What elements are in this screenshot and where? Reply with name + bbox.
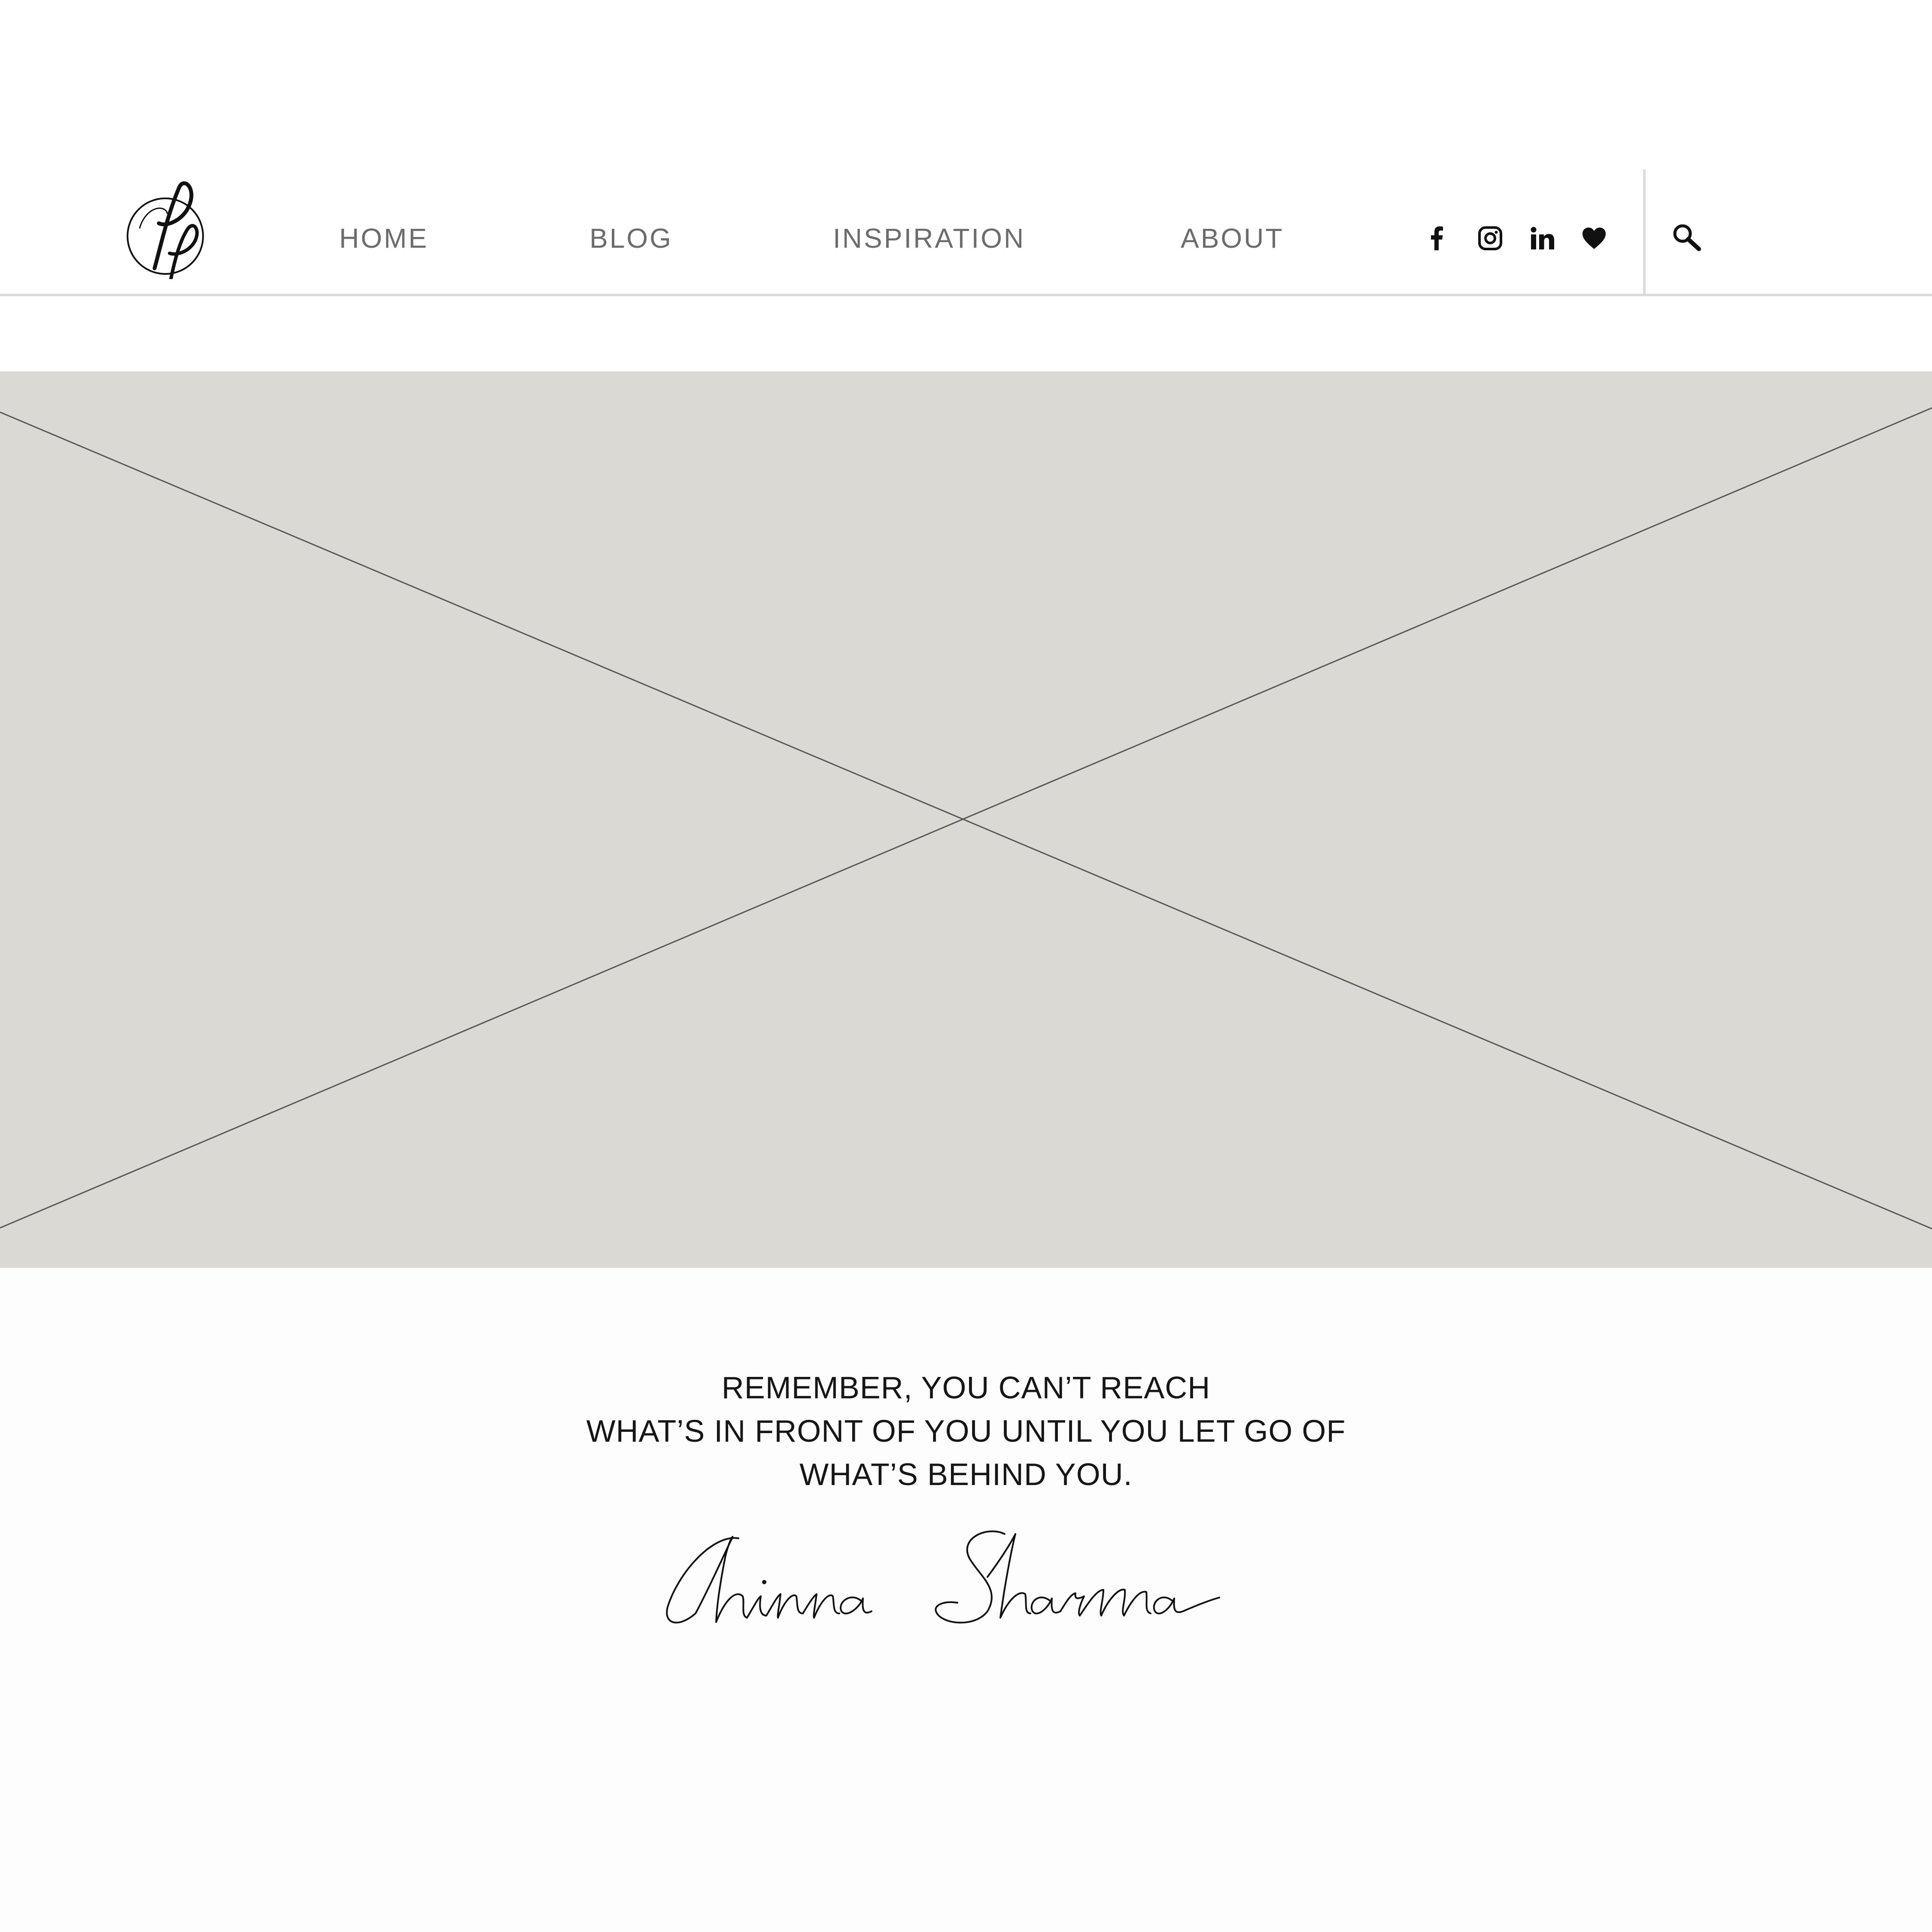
search-icon[interactable] xyxy=(1671,222,1701,252)
placeholder-cross xyxy=(0,407,1932,1230)
main-nav: HOME BLOG INSPIRATION ABOUT xyxy=(0,0,1932,296)
nav-about[interactable]: ABOUT xyxy=(1181,223,1284,253)
quote-line: WHAT’S IN FRONT OF YOU UNTIL YOU LET GO … xyxy=(586,1414,1346,1449)
facebook-icon[interactable] xyxy=(1431,223,1443,253)
quote-text: REMEMBER, YOU CAN’T REACH WHAT’S IN FRON… xyxy=(0,1367,1932,1497)
hero-image-placeholder xyxy=(0,371,1932,1268)
quote-section: REMEMBER, YOU CAN’T REACH WHAT’S IN FRON… xyxy=(0,1268,1932,1932)
nav-home[interactable]: HOME xyxy=(339,223,428,253)
header-divider xyxy=(1643,170,1646,296)
quote-line: WHAT’S BEHIND YOU. xyxy=(799,1458,1133,1492)
quote-line: REMEMBER, YOU CAN’T REACH xyxy=(721,1371,1211,1405)
nav-blog[interactable]: BLOG xyxy=(589,223,673,253)
linkedin-icon[interactable] xyxy=(1531,223,1555,253)
nav-inspiration[interactable]: INSPIRATION xyxy=(833,223,1025,253)
heart-icon[interactable] xyxy=(1582,223,1606,253)
signature xyxy=(666,1530,1220,1624)
instagram-icon[interactable] xyxy=(1478,223,1503,253)
site-header: HOME BLOG INSPIRATION ABOUT xyxy=(0,0,1932,296)
